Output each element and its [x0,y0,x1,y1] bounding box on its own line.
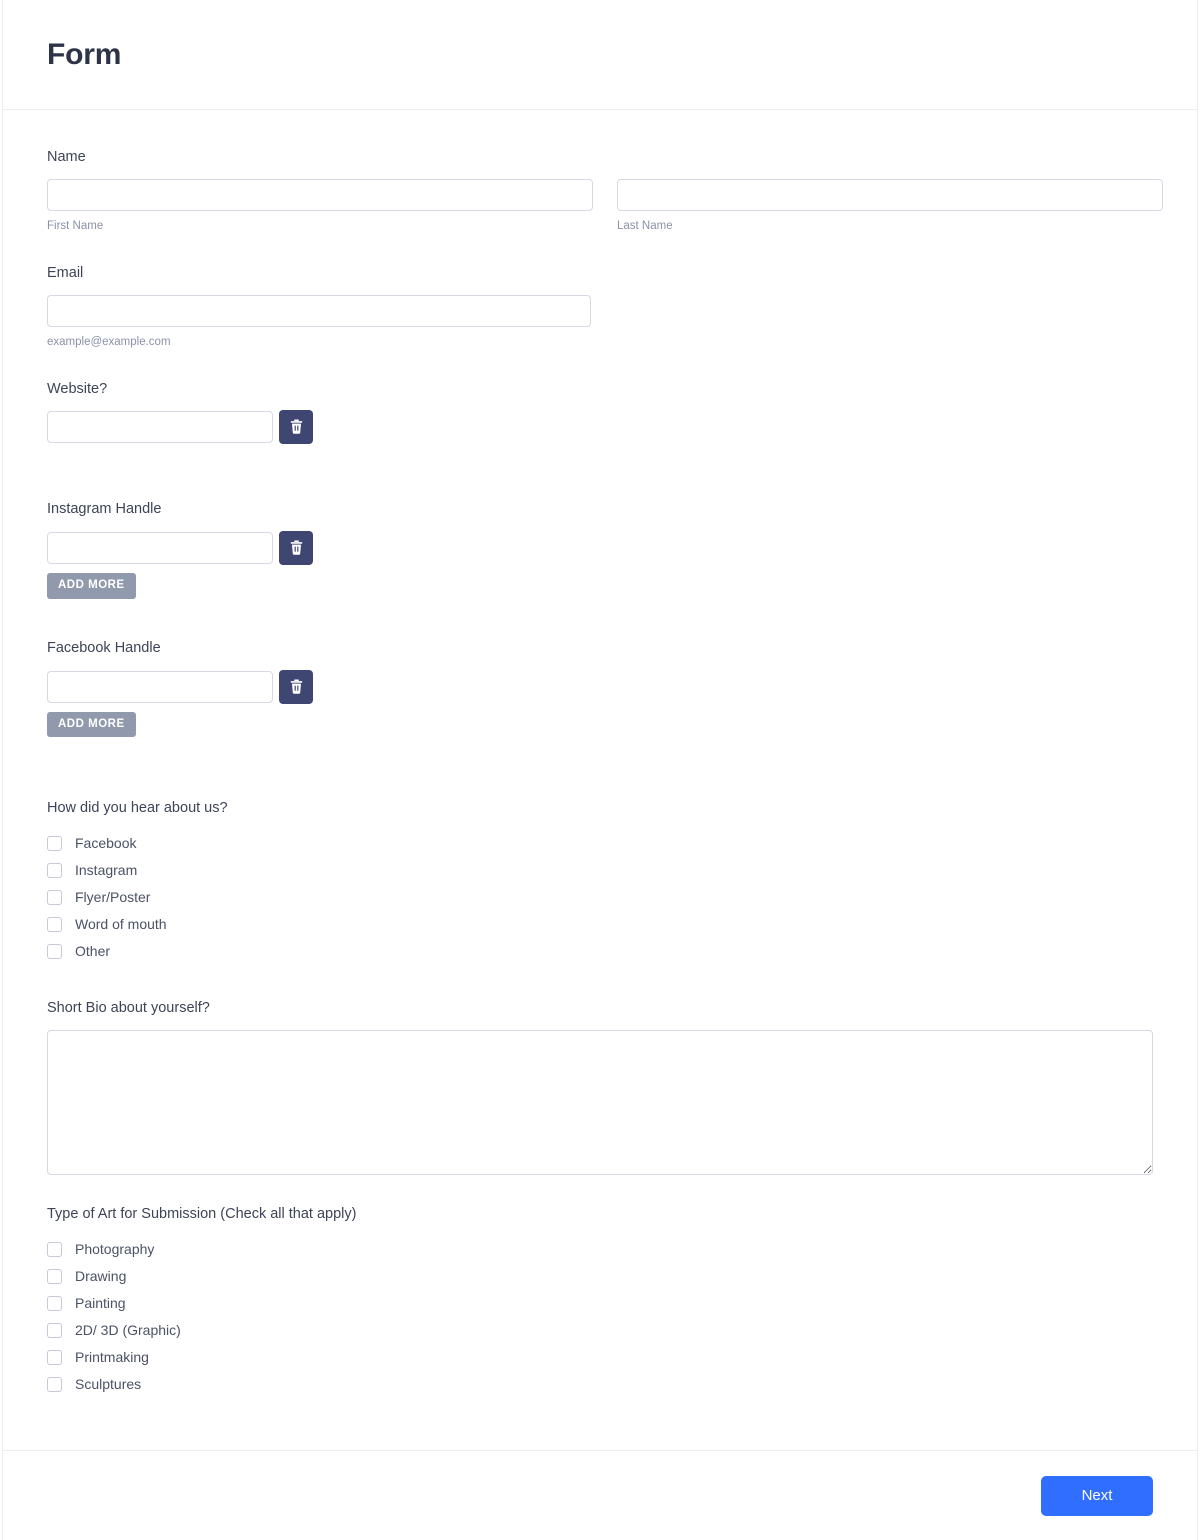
art-type-option-label: Sculptures [75,1376,142,1393]
hear-about-us-option-label: Word of mouth [75,916,167,933]
hear-about-us-option-label: Facebook [75,835,137,852]
hear-about-us-option-label: Instagram [75,862,138,879]
page-title: Form [47,37,122,71]
field-label-art-type: Type of Art for Submission (Check all th… [47,1205,357,1222]
field-hear-about-us: How did you hear about us? Facebook Insta… [47,799,1153,965]
art-type-option-0[interactable]: Photography [47,1236,1153,1263]
art-type-option-label: Painting [75,1295,126,1312]
email-input[interactable] [47,294,591,327]
last-name-input[interactable] [617,178,1163,211]
checkbox-icon[interactable] [47,1349,62,1365]
checkbox-icon[interactable] [47,1376,62,1392]
first-name-sublabel: First Name [47,219,104,232]
art-type-option-5[interactable]: Sculptures [47,1371,1153,1398]
field-label-bio: Short Bio about yourself? [47,999,210,1016]
checkbox-icon[interactable] [47,862,62,878]
field-label-email: Email [47,264,84,281]
checkbox-icon[interactable] [47,1268,62,1284]
facebook-input[interactable] [47,670,273,703]
checkbox-icon[interactable] [47,943,62,959]
hear-about-us-option-4[interactable]: Other [47,938,1153,965]
checkbox-icon[interactable] [47,889,62,905]
art-type-option-label: Photography [75,1241,155,1258]
name-row: First Name Last Name [47,178,1163,234]
field-bio: Short Bio about yourself? [47,999,1153,1175]
hear-about-us-option-0[interactable]: Facebook [47,830,1153,857]
hear-about-us-options: Facebook Instagram Flyer/Poster Word of mou… [47,830,1153,965]
field-label-facebook: Facebook Handle [47,639,161,656]
last-name-column: Last Name [617,178,1163,234]
hear-about-us-option-label: Flyer/Poster [75,889,151,906]
website-input[interactable] [47,411,273,444]
field-label-name: Name [47,149,86,165]
instagram-add-more-button[interactable]: ADD MORE [47,573,136,599]
checkbox-icon[interactable] [47,1295,62,1311]
art-type-options: Photography Drawing Painting 2D/ 3D (Graphi… [47,1236,1153,1398]
hear-about-us-option-2[interactable]: Flyer/Poster [47,884,1153,911]
art-type-option-3[interactable]: 2D/ 3D (Graphic) [47,1317,1153,1344]
field-label-instagram: Instagram Handle [47,501,162,518]
trash-icon [289,419,304,435]
facebook-add-more-button[interactable]: ADD MORE [47,711,136,738]
art-type-option-2[interactable]: Painting [47,1290,1153,1317]
field-art-type: Type of Art for Submission (Check all th… [47,1205,1153,1398]
field-email: Email example@example.com [47,264,1153,350]
checkbox-icon[interactable] [47,1241,62,1257]
field-name: Name First Name Last Name [47,148,1163,234]
form-body: Name First Name Last Name Email example@… [3,110,1197,1398]
bio-textarea[interactable] [47,1029,1153,1175]
facebook-input-wrap [47,670,273,703]
checkbox-icon[interactable] [47,835,62,851]
instagram-row [47,531,1153,566]
email-column: example@example.com [47,294,591,350]
hear-about-us-option-3[interactable]: Word of mouth [47,911,1153,938]
art-type-option-label: Printmaking [75,1349,149,1366]
form-header: Form [3,0,1197,110]
checkbox-icon[interactable] [47,1322,62,1338]
art-type-option-1[interactable]: Drawing [47,1263,1153,1290]
trash-icon [289,679,304,695]
field-facebook: Facebook Handle ADD MORE [47,639,1153,738]
website-input-wrap [47,411,273,444]
website-row [47,410,1153,445]
instagram-input[interactable] [47,532,273,565]
email-sublabel: example@example.com [47,335,171,348]
facebook-delete-button[interactable] [279,669,313,704]
art-type-option-4[interactable]: Printmaking [47,1344,1153,1371]
checkbox-icon[interactable] [47,916,62,932]
next-button[interactable]: Next [1041,1475,1153,1516]
instagram-delete-button[interactable] [279,531,313,566]
hear-about-us-option-label: Other [75,943,111,960]
form-footer: Next [3,1450,1197,1540]
instagram-input-wrap [47,532,273,565]
art-type-option-label: 2D/ 3D (Graphic) [75,1322,181,1339]
form-page: Form Name First Name Last Name Email exa… [0,0,1200,1540]
field-instagram: Instagram Handle ADD MORE [47,500,1153,599]
last-name-sublabel: Last Name [617,219,673,232]
field-label-website: Website? [47,380,108,397]
facebook-row [47,669,1153,704]
field-website: Website? [47,380,1153,445]
field-label-hear-about-us: How did you hear about us? [47,800,228,817]
hear-about-us-option-1[interactable]: Instagram [47,857,1153,884]
trash-icon [289,540,304,556]
form-card: Form Name First Name Last Name Email exa… [2,0,1198,1540]
first-name-input[interactable] [47,178,593,211]
art-type-option-label: Drawing [75,1268,127,1285]
website-delete-button[interactable] [279,410,313,445]
first-name-column: First Name [47,178,593,234]
